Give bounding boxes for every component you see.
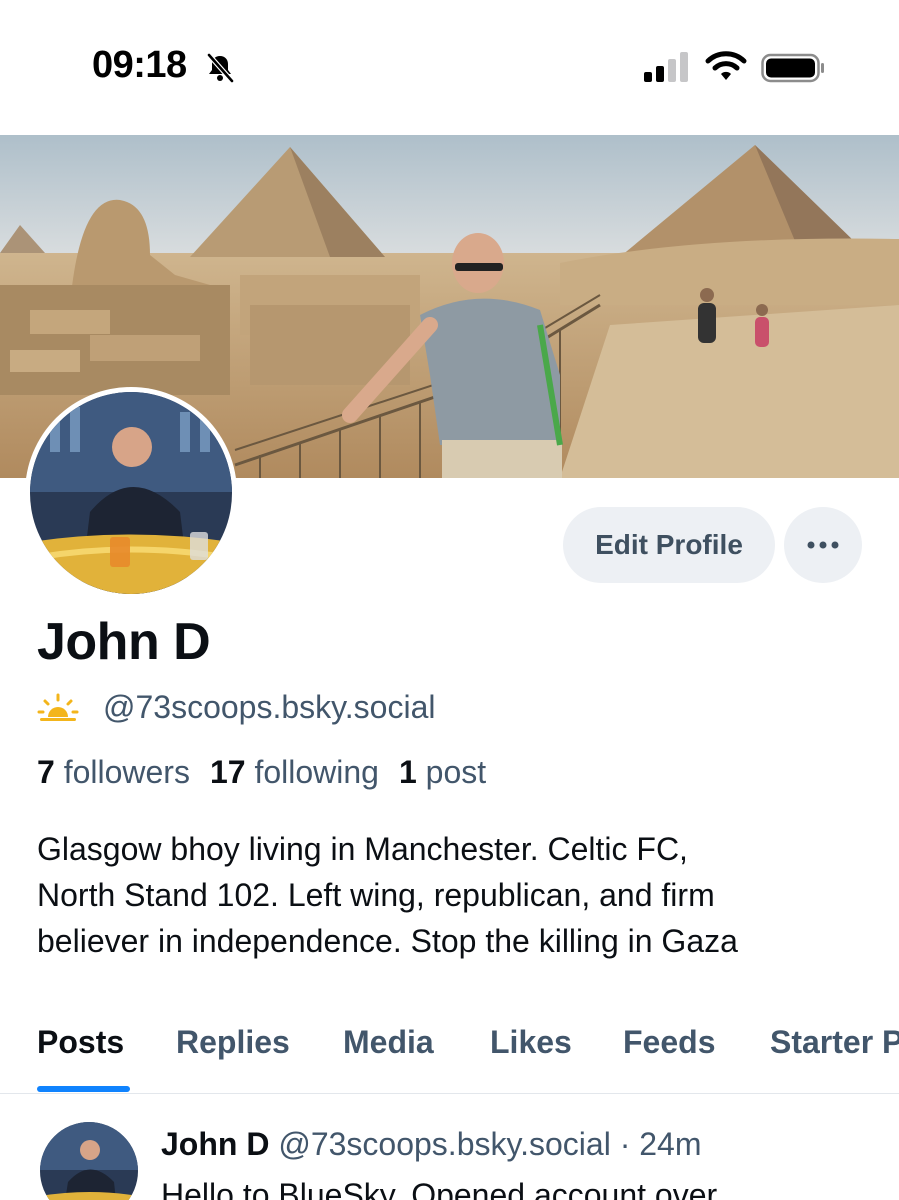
posts-label: post — [425, 754, 487, 790]
posts-stat: 1 post — [399, 754, 486, 791]
status-bar: 09:18 — [0, 0, 899, 135]
battery-icon — [761, 53, 824, 83]
profile-bio: Glasgow bhoy living in Manchester. Celti… — [37, 826, 857, 964]
followers-stat[interactable]: 7 followers — [37, 754, 190, 791]
bio-line: believer in independence. Stop the killi… — [37, 923, 738, 959]
bio-line: Glasgow bhoy living in Manchester. Celti… — [37, 831, 688, 867]
profile-stats: 7 followers 17 following 1 post — [37, 754, 486, 791]
ellipsis-icon — [807, 541, 839, 549]
wifi-icon — [705, 51, 747, 80]
tab-feeds[interactable]: Feeds — [623, 1024, 715, 1061]
tab-media[interactable]: Media — [343, 1024, 434, 1061]
more-options-button[interactable] — [784, 507, 862, 583]
signal-icon — [644, 52, 688, 82]
display-name: John D — [37, 613, 211, 671]
status-time: 09:18 — [92, 44, 187, 86]
handle-row: @73scoops.bsky.social — [37, 687, 435, 727]
tab-starter-packs[interactable]: Starter Packs — [770, 1024, 899, 1061]
profile-avatar[interactable] — [25, 387, 237, 599]
tab-replies[interactable]: Replies — [176, 1024, 290, 1061]
post-author-handle[interactable]: @73scoops.bsky.social — [278, 1126, 610, 1162]
posts-count: 1 — [398, 754, 417, 790]
bio-line: North Stand 102. Left wing, republican, … — [37, 877, 715, 913]
following-stat[interactable]: 17 following — [210, 754, 379, 791]
followers-label: followers — [63, 754, 190, 790]
active-tab-indicator — [37, 1086, 130, 1092]
profile-handle[interactable]: @73scoops.bsky.social — [103, 689, 435, 726]
sunrise-icon — [37, 693, 79, 721]
profile-avatar-photo — [30, 392, 232, 594]
tab-likes[interactable]: Likes — [490, 1024, 572, 1061]
post-header: John D @73scoops.bsky.social · 24m — [161, 1126, 702, 1163]
profile-tabs: Posts Replies Media Likes Feeds Starter … — [0, 1016, 899, 1094]
post-text[interactable]: Hello to BlueSky. Opened account over — [161, 1177, 717, 1200]
following-label: following — [254, 754, 379, 790]
followers-count: 7 — [37, 754, 55, 790]
post-author-avatar[interactable] — [40, 1122, 138, 1200]
post-age: 24m — [639, 1126, 702, 1162]
post-author-name[interactable]: John D — [161, 1126, 269, 1162]
edit-profile-button[interactable]: Edit Profile — [563, 507, 775, 583]
bell-muted-icon — [207, 53, 234, 83]
post-separator: · — [619, 1126, 631, 1162]
following-count: 17 — [209, 754, 246, 790]
tab-posts[interactable]: Posts — [37, 1024, 124, 1061]
